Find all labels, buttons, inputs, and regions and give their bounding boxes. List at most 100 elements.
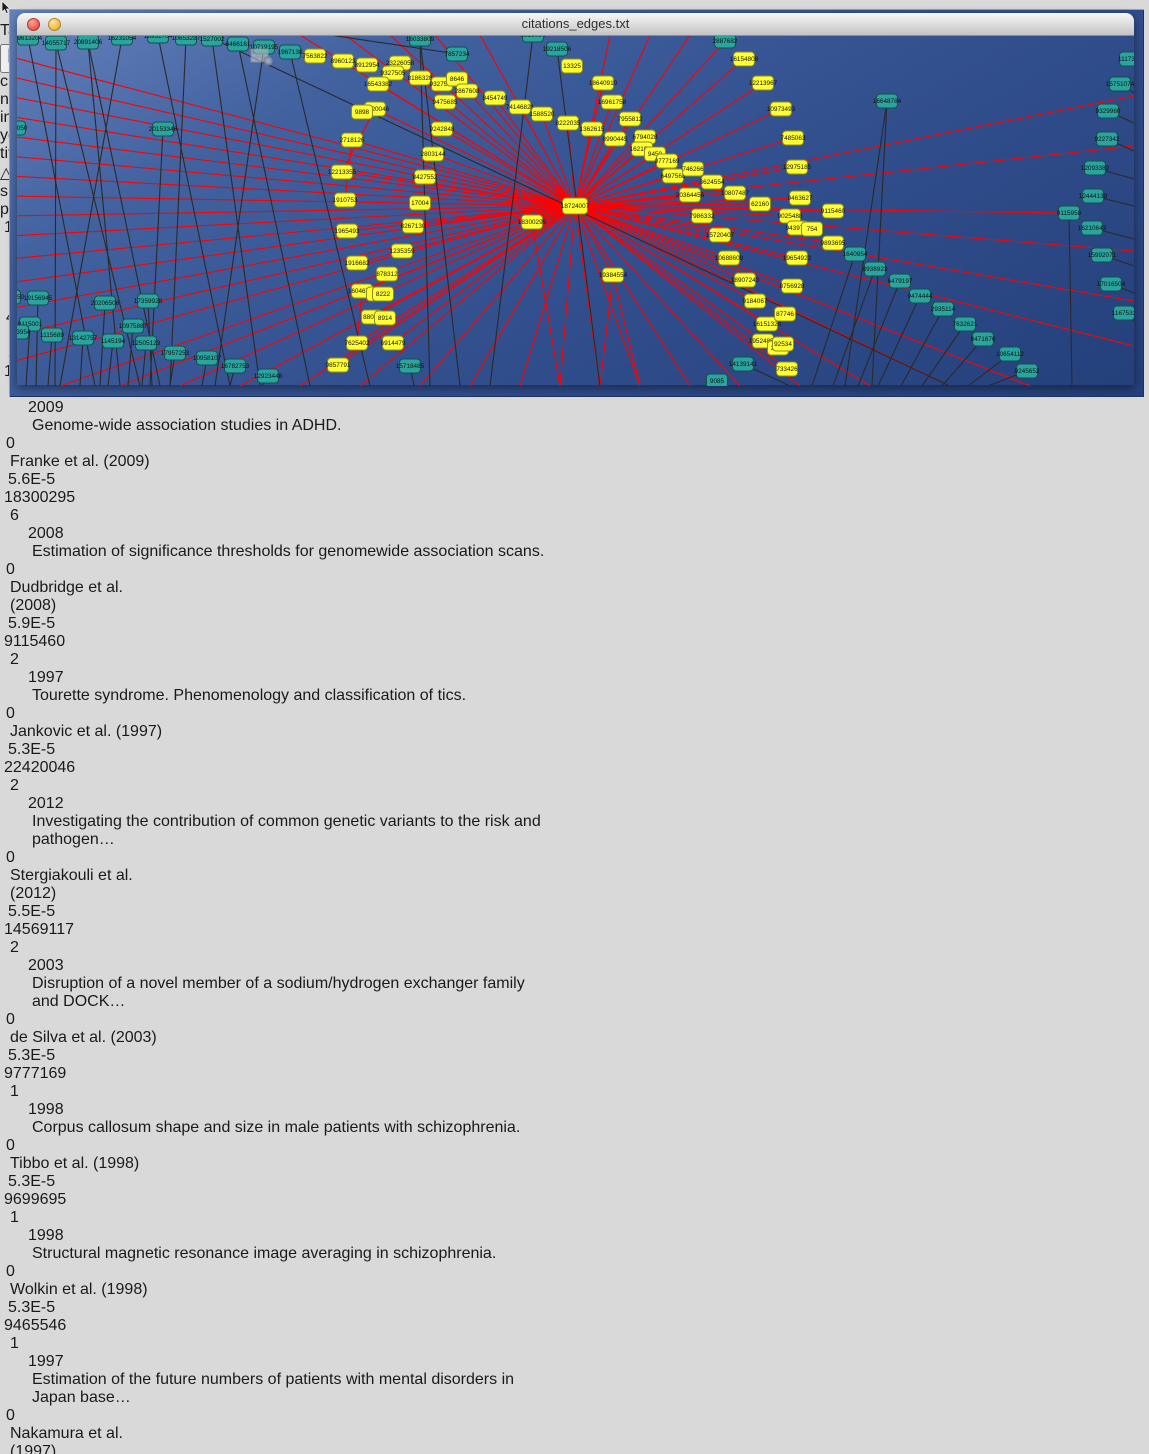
graph-node[interactable]: 16961758 [598, 95, 627, 109]
graph-node[interactable]: 20364456 [676, 188, 705, 202]
graph-node[interactable]: 14139141 [729, 357, 758, 371]
graph-node[interactable]: 7625402 [345, 336, 370, 350]
graph-edge[interactable] [1069, 213, 1072, 386]
table-row[interactable]: 946554611997Estimation of the future num… [0, 1317, 1149, 1454]
graph-node[interactable]: 878312 [376, 267, 398, 281]
graph-node[interactable]: 8267130 [401, 219, 426, 233]
graph-node[interactable]: 2935114 [931, 302, 956, 316]
graph-node[interactable]: 7857234 [445, 47, 470, 61]
graph-node[interactable]: 12213355 [328, 165, 357, 179]
table-row[interactable]: 977716911998Corpus callosum shape and si… [0, 1065, 1149, 1191]
graph-node[interactable]: 1916682 [345, 256, 370, 270]
graph-node[interactable]: 18907243 [731, 273, 760, 287]
graph-node[interactable]: 18931704 [144, 36, 173, 43]
graph-node[interactable]: 9245652 [1015, 364, 1040, 378]
graph-node[interactable]: 7955812 [618, 112, 643, 126]
table-row[interactable]: 969969511998Structural magnetic resonanc… [0, 1191, 1149, 1317]
graph-edge[interactable] [520, 206, 575, 386]
graph-node[interactable]: 8471676 [971, 332, 996, 346]
graph-node[interactable]: 7986332 [690, 209, 715, 223]
zoom-window-icon[interactable] [69, 18, 82, 31]
graph-node[interactable]: 1167533 [1112, 306, 1134, 320]
graph-node[interactable]: 8222 [373, 287, 394, 301]
graph-node[interactable]: 13142757 [69, 331, 98, 345]
graph-edge[interactable] [17, 116, 575, 206]
graph-node[interactable]: 15992071 [1088, 248, 1117, 262]
graph-node[interactable]: 10654112 [996, 347, 1024, 361]
graph-node[interactable]: 12505123 [132, 336, 161, 350]
graph-edge[interactable] [560, 206, 575, 386]
graph-edge[interactable] [901, 309, 943, 386]
graph-node[interactable]: 8813054 [521, 36, 546, 42]
graph-node[interactable]: 8914 [375, 311, 396, 325]
graph-node[interactable]: 9085 [707, 374, 728, 386]
graph-node[interactable]: 10807487 [721, 186, 750, 200]
graph-node[interactable]: 1640954 [843, 247, 868, 261]
graph-node[interactable]: 16033809 [406, 36, 435, 46]
graph-node[interactable]: 16154808 [730, 52, 759, 66]
graph-edge[interactable] [833, 269, 875, 386]
graph-edge[interactable] [48, 335, 52, 386]
graph-edge[interactable] [470, 206, 575, 386]
table-row[interactable]: 1456911722003Disruption of a novel membe… [0, 921, 1149, 1065]
graph-node[interactable]: 746266 [682, 162, 704, 176]
graph-node[interactable]: 9227342 [1095, 132, 1120, 146]
graph-node[interactable]: 9184067 [743, 294, 768, 308]
graph-node[interactable]: 12444139 [1079, 189, 1108, 203]
graph-node[interactable]: 20891406 [74, 36, 103, 49]
graph-node[interactable]: 1965493 [335, 224, 360, 238]
graph-node[interactable]: 16210643 [1078, 221, 1107, 235]
graph-node[interactable]: 8938923 [863, 262, 888, 276]
graph-node[interactable]: 3624554 [700, 175, 725, 189]
graph-node[interactable]: 1117305 [1118, 52, 1134, 66]
graph-node[interactable]: 2061050 [17, 121, 28, 135]
graph-node[interactable]: 10688609 [715, 251, 744, 265]
graph-node[interactable]: 87746 [775, 307, 796, 321]
graph-edge[interactable] [878, 296, 920, 386]
graph-node[interactable]: 12975185 [783, 160, 812, 174]
graph-edge[interactable] [532, 222, 560, 386]
graph-node-hub[interactable]: 18724007 [561, 198, 590, 214]
graph-edge[interactable] [845, 101, 887, 386]
graph-node[interactable]: 16782753 [221, 359, 250, 373]
graph-node[interactable]: 9474444 [908, 289, 933, 303]
graph-edge[interactable] [812, 254, 855, 386]
graph-node[interactable]: 17016504 [1097, 277, 1126, 291]
graph-node[interactable]: 15751074 [1106, 77, 1134, 91]
graph-node[interactable]: 9475685 [433, 95, 458, 109]
graph-node[interactable]: 1362615 [580, 122, 605, 136]
graph-node[interactable]: 1910753 [333, 193, 358, 207]
graph-node[interactable]: 2803144 [421, 147, 446, 161]
graph-edge[interactable] [170, 38, 186, 386]
graph-node[interactable]: 8756928 [780, 279, 805, 293]
graph-edge[interactable] [17, 196, 575, 206]
graph-node[interactable]: 14055717 [42, 36, 71, 50]
graph-node[interactable]: 62160 [750, 197, 771, 211]
graph-node[interactable]: 6914479 [381, 336, 406, 350]
graph-node[interactable]: 6466161 [226, 37, 251, 51]
table-row[interactable]: 2242004622012Investigating the contribut… [0, 759, 1149, 921]
graph-node[interactable]: 9893695 [821, 236, 846, 250]
graph-node[interactable]: 10973493 [767, 102, 796, 116]
graph-edge[interactable] [442, 129, 575, 206]
graph-edge[interactable] [36, 298, 38, 386]
graph-node[interactable]: 1527002 [200, 36, 225, 46]
close-window-icon[interactable] [27, 18, 40, 31]
graph-node[interactable]: 13325 [562, 59, 583, 73]
graph-node[interactable]: 1967138 [278, 45, 303, 59]
minimize-window-icon[interactable] [48, 18, 61, 31]
graph-node[interactable]: 20206506 [91, 296, 120, 310]
graph-node[interactable]: 1115689 [40, 328, 64, 342]
graph-node[interactable]: 9857791 [326, 358, 351, 372]
graph-node[interactable]: 2718126 [340, 133, 365, 147]
graph-node[interactable]: 16648784 [873, 94, 902, 108]
graph-edge[interactable] [215, 47, 264, 386]
graph-node[interactable]: 17957253 [161, 346, 190, 360]
graph-node[interactable]: 10975887 [119, 319, 148, 333]
graph-node[interactable]: 19384554 [599, 268, 628, 282]
graph-node[interactable]: 1145194 [101, 334, 126, 348]
graph-node[interactable]: 1235359 [390, 244, 415, 258]
graph-node[interactable]: 9115958 [1057, 206, 1082, 220]
graph-node[interactable]: 9242848 [430, 122, 455, 136]
graph-node[interactable]: 6479197 [888, 274, 913, 288]
